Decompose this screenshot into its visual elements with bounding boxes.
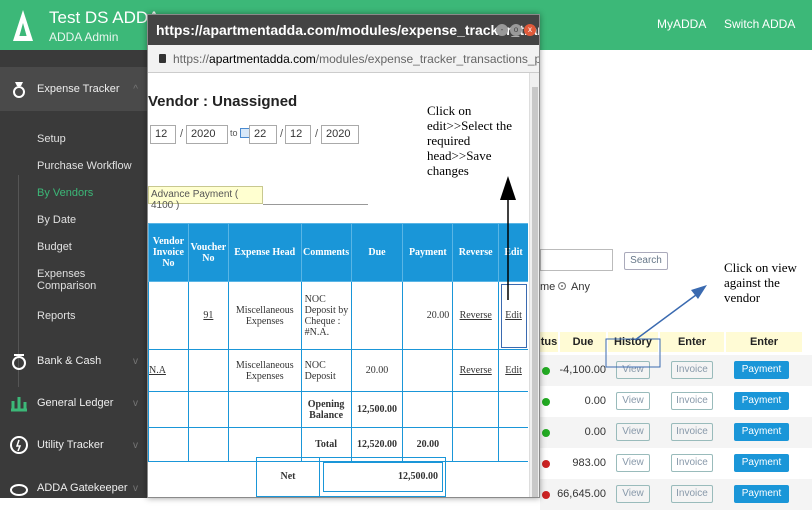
annotation-arrows [500,176,707,368]
history-highlight-box [605,338,661,368]
edit-arrow-head [500,176,516,200]
view-arrow-line [634,291,701,341]
